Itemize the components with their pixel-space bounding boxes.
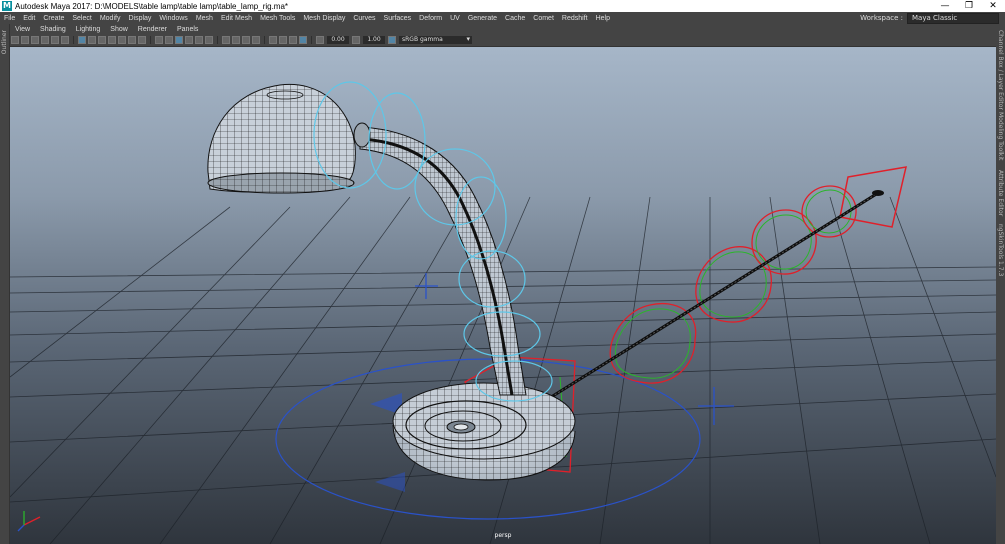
outliner-tab[interactable]: Outliner — [1, 30, 8, 54]
menu-modify[interactable]: Modify — [96, 15, 125, 22]
maximize-icon[interactable]: ❐ — [957, 1, 981, 11]
aim-line — [547, 190, 884, 401]
panel-menu-shading[interactable]: Shading — [35, 26, 71, 33]
xray-active-icon[interactable] — [299, 36, 307, 44]
depth-of-field-icon[interactable] — [252, 36, 260, 44]
menu-select[interactable]: Select — [68, 15, 95, 22]
menu-help[interactable]: Help — [592, 15, 614, 22]
axis-gizmo-icon — [17, 511, 41, 532]
anti-aliasing-icon[interactable] — [242, 36, 250, 44]
shadows-icon[interactable] — [205, 36, 213, 44]
grease-pencil-icon[interactable] — [61, 36, 69, 44]
exposure-icon[interactable] — [316, 36, 324, 44]
camera-attributes-icon[interactable] — [21, 36, 29, 44]
menu-mesh-tools[interactable]: Mesh Tools — [256, 15, 299, 22]
textured-icon[interactable] — [185, 36, 193, 44]
window-title: Autodesk Maya 2017: D:\MODELS\table lamp… — [15, 1, 289, 11]
color-management-icon[interactable] — [388, 36, 396, 44]
safe-title-icon[interactable] — [138, 36, 146, 44]
field-chart-icon[interactable] — [118, 36, 126, 44]
minimize-icon[interactable]: — — [933, 1, 957, 11]
toolbar-separator — [264, 36, 265, 44]
viewport-persp[interactable]: persp — [10, 47, 996, 544]
menu-windows[interactable]: Windows — [155, 15, 191, 22]
channel-box-tab[interactable]: Channel Box / Layer Editor — [997, 30, 1004, 110]
camera-name-label: persp — [494, 532, 512, 539]
bookmark-icon[interactable] — [31, 36, 39, 44]
safe-action-icon[interactable] — [128, 36, 136, 44]
main-menu-bar: File Edit Create Select Modify Display W… — [0, 12, 1005, 24]
resolution-gate-icon[interactable] — [98, 36, 106, 44]
use-lights-icon[interactable] — [195, 36, 203, 44]
attribute-editor-tab[interactable]: Attribute Editor — [997, 170, 1004, 216]
gamma-field[interactable]: 1.00 — [363, 36, 385, 44]
workspace-select[interactable]: Maya Classic — [907, 12, 999, 24]
right-panel-strip: Channel Box / Layer Editor Modeling Tool… — [995, 24, 1005, 544]
panel-menu-lighting[interactable]: Lighting — [71, 26, 106, 33]
lamp-shade-mesh[interactable] — [207, 83, 356, 194]
close-icon[interactable]: ✕ — [981, 1, 1005, 11]
panel-toolbar: 0.00 1.00 sRGB gamma — [10, 34, 996, 47]
maya-logo-icon: M — [2, 1, 12, 11]
twod-pan-zoom-icon[interactable] — [51, 36, 59, 44]
film-gate-icon[interactable] — [88, 36, 96, 44]
smooth-shade-icon[interactable] — [165, 36, 173, 44]
scene-canvas — [10, 81, 996, 544]
panel-menu-bar: View Shading Lighting Show Renderer Pane… — [10, 24, 996, 34]
toolbar-separator — [150, 36, 151, 44]
modeling-toolkit-tab[interactable]: Modeling Toolkit — [997, 112, 1004, 160]
panel-menu-renderer[interactable]: Renderer — [133, 26, 172, 33]
title-bar: M Autodesk Maya 2017: D:\MODELS\table la… — [0, 0, 1005, 12]
menu-redshift[interactable]: Redshift — [558, 15, 592, 22]
select-camera-icon[interactable] — [11, 36, 19, 44]
panel-menu-show[interactable]: Show — [105, 26, 133, 33]
menu-mesh[interactable]: Mesh — [192, 15, 217, 22]
gamma-icon[interactable] — [352, 36, 360, 44]
toolbar-separator — [217, 36, 218, 44]
menu-deform[interactable]: Deform — [415, 15, 446, 22]
menu-curves[interactable]: Curves — [349, 15, 379, 22]
menu-comet[interactable]: Comet — [529, 15, 558, 22]
xray-joints-icon[interactable] — [289, 36, 297, 44]
workspace-label: Workspace : — [860, 14, 903, 22]
outliner-strip[interactable]: Outliner — [0, 24, 10, 544]
grid-icon[interactable] — [78, 36, 86, 44]
isolate-select-icon[interactable] — [269, 36, 277, 44]
motion-blur-icon[interactable] — [232, 36, 240, 44]
image-plane-icon[interactable] — [41, 36, 49, 44]
ambient-occlusion-icon[interactable] — [222, 36, 230, 44]
menu-edit-mesh[interactable]: Edit Mesh — [217, 15, 256, 22]
menu-file[interactable]: File — [0, 15, 19, 22]
exposure-field[interactable]: 0.00 — [327, 36, 349, 44]
toolbar-separator — [311, 36, 312, 44]
ngskintools-tab[interactable]: ngSkinTools 1.7.3 — [997, 224, 1004, 276]
locator-cross[interactable] — [698, 387, 734, 425]
toolbar-separator — [73, 36, 74, 44]
panel-menu-view[interactable]: View — [10, 26, 35, 33]
menu-display[interactable]: Display — [124, 15, 155, 22]
xray-icon[interactable] — [279, 36, 287, 44]
menu-uv[interactable]: UV — [446, 15, 464, 22]
lamp-base-mesh[interactable] — [392, 382, 576, 481]
menu-surfaces[interactable]: Surfaces — [380, 15, 416, 22]
gate-mask-icon[interactable] — [108, 36, 116, 44]
panel-menu-panels[interactable]: Panels — [172, 26, 203, 33]
color-space-select[interactable]: sRGB gamma — [399, 35, 472, 44]
menu-cache[interactable]: Cache — [501, 15, 529, 22]
menu-edit[interactable]: Edit — [19, 15, 39, 22]
menu-mesh-display[interactable]: Mesh Display — [299, 15, 349, 22]
menu-generate[interactable]: Generate — [464, 15, 501, 22]
locator-cross[interactable] — [415, 273, 438, 299]
menu-create[interactable]: Create — [39, 15, 68, 22]
wireframe-icon[interactable] — [155, 36, 163, 44]
wireframe-on-shaded-icon[interactable] — [175, 36, 183, 44]
